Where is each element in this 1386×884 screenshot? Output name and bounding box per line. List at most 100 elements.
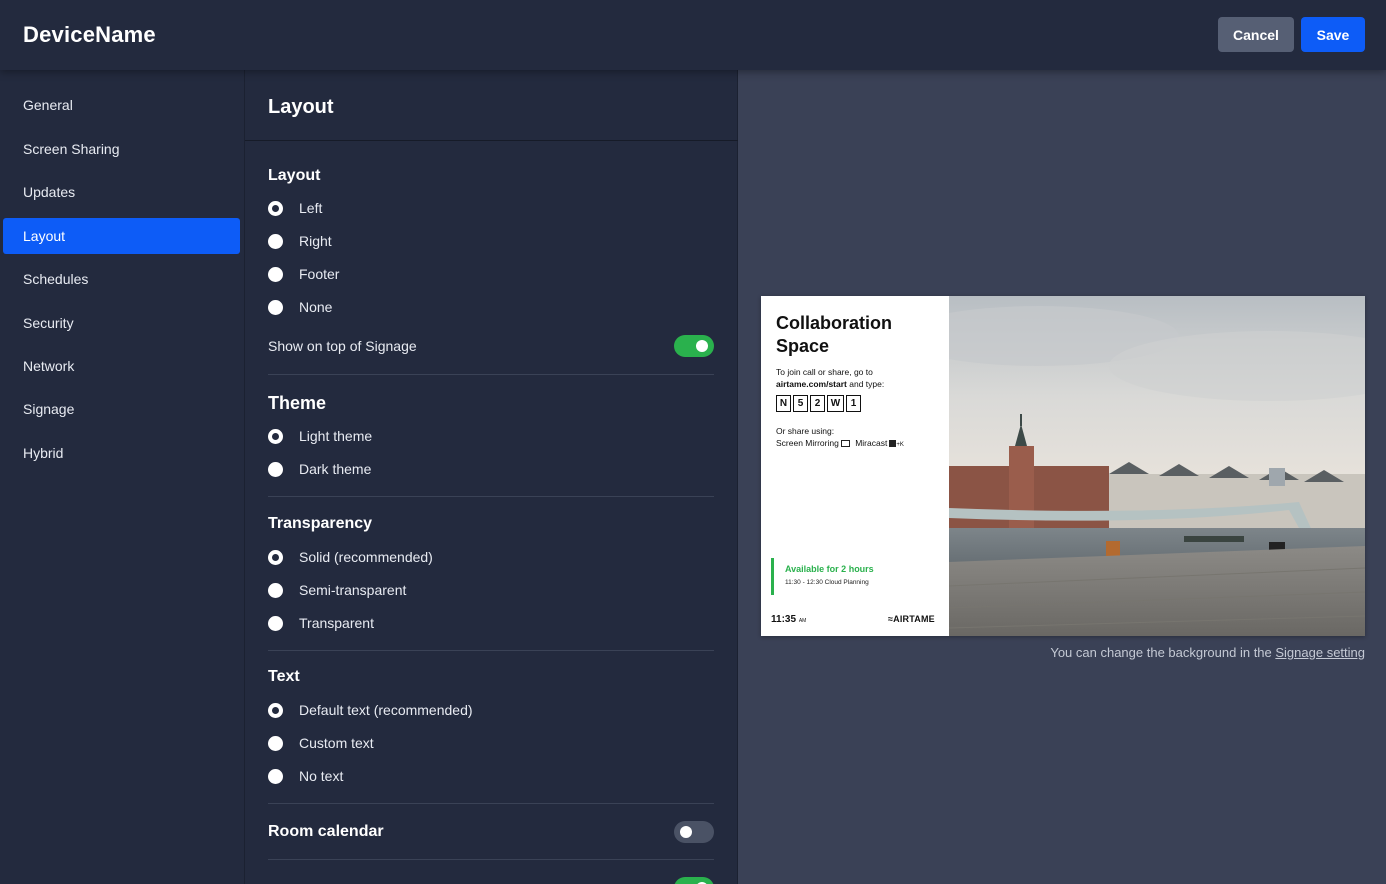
show-on-top-row: Show on top of Signage [268,335,714,359]
cancel-button[interactable]: Cancel [1218,17,1294,52]
layout-option-left[interactable]: Left [268,198,322,218]
top-bar: DeviceName Cancel Save [0,0,1386,70]
code-char: 5 [793,395,808,412]
theme-option-dark[interactable]: Dark theme [268,459,371,479]
layout-section-title: Layout [268,167,321,184]
radio-label: Custom text [299,735,374,751]
radio-label: Left [299,200,323,216]
settings-panel: Layout Layout Left Right Footer None Sho… [244,70,739,884]
show-on-top-label: Show on top of Signage [268,338,417,354]
sidebar: General Screen Sharing Updates Layout Sc… [0,70,244,884]
text-section-title: Text [268,668,300,685]
sidebar-item-updates[interactable]: Updates [3,174,240,210]
layout-option-right[interactable]: Right [268,231,332,251]
radio-checked-icon[interactable] [268,702,283,718]
room-calendar-toggle[interactable] [674,821,714,843]
screen-mirroring-icon [840,440,850,448]
signage-preview: Collaboration Space To join call or shar… [761,296,1365,636]
divider [268,859,714,860]
preview-info-panel: Collaboration Space To join call or shar… [761,296,949,636]
radio-checked-icon[interactable] [268,200,283,216]
preview-join-text: To join call or share, go to airtame.com… [776,366,946,390]
radio-label: Solid (recommended) [299,549,433,565]
radio-label: Right [299,233,332,249]
preview-background-image [949,296,1365,636]
radio-icon[interactable] [268,299,283,315]
signage-setting-link[interactable]: Signage setting [1275,645,1365,660]
radio-checked-icon[interactable] [268,549,283,565]
radio-label: Transparent [299,615,374,631]
preview-join-line: To join call or share, go to [776,367,873,377]
transparency-section-title: Transparency [268,515,373,532]
radio-label: Footer [299,266,340,282]
clock-time: 11:35 [771,614,797,625]
room-calendar-label: Room calendar [268,823,384,840]
radio-label: No text [299,768,344,784]
layout-option-footer[interactable]: Footer [268,264,339,284]
divider [268,374,714,375]
transparency-option-solid[interactable]: Solid (recommended) [268,547,433,567]
toggle-knob [680,826,692,838]
radio-icon[interactable] [268,768,283,784]
theme-option-light[interactable]: Light theme [268,426,372,446]
page-title: Layout [268,96,334,118]
divider [268,803,714,804]
sidebar-item-signage[interactable]: Signage [3,391,240,427]
layout-option-none[interactable]: None [268,297,332,317]
preview-share-methods: Or share using: Screen Mirroring Miracas… [776,425,946,451]
radio-label: Semi-transparent [299,582,407,598]
miracast-shortcut: +K [896,442,904,448]
preview-join-suffix: and type: [846,379,885,389]
panel-header: Layout [245,70,739,141]
sidebar-item-security[interactable]: Security [3,305,240,341]
radio-icon[interactable] [268,582,283,598]
divider [268,496,714,497]
code-char: 1 [846,395,861,412]
airtame-logo: ≈AIRTAME [888,614,935,624]
radio-icon[interactable] [268,461,283,477]
availability-title: Available for 2 hours [785,564,874,574]
transparency-option-semi[interactable]: Semi-transparent [268,580,406,600]
save-button[interactable]: Save [1301,17,1365,52]
code-char: 2 [810,395,825,412]
radio-label: None [299,299,333,315]
radio-icon[interactable] [268,233,283,249]
next-setting-row [268,877,714,884]
sidebar-item-screen-sharing[interactable]: Screen Sharing [3,131,240,167]
screen-mirroring-label: Screen Mirroring [776,438,839,448]
text-option-custom[interactable]: Custom text [268,733,374,753]
transparency-option-transparent[interactable]: Transparent [268,613,374,633]
preview-note-text: You can change the background in the [1050,645,1276,660]
app-title: DeviceName [23,22,156,47]
preview-title: Collaboration Space [776,313,892,356]
toggle-knob [696,340,708,352]
availability-detail: 11:30 - 12:30 Cloud Planning [785,579,869,586]
room-calendar-row: Room calendar [268,821,714,845]
code-char: W [827,395,844,412]
radio-label: Dark theme [299,461,372,477]
preview-area: Collaboration Space To join call or shar… [738,70,1386,884]
radio-checked-icon[interactable] [268,428,283,444]
text-option-none[interactable]: No text [268,766,343,786]
next-setting-toggle[interactable] [674,877,714,884]
preview-share-label: Or share using: [776,426,835,436]
sidebar-item-network[interactable]: Network [3,348,240,384]
show-on-top-toggle[interactable] [674,335,714,357]
preview-note: You can change the background in the Sig… [1050,645,1365,660]
radio-icon[interactable] [268,735,283,751]
theme-section-title: Theme [268,393,327,413]
miracast-label: Miracast [855,438,888,448]
sidebar-item-general[interactable]: General [3,87,240,123]
preview-clock: 11:35 AM [771,614,806,625]
text-option-default[interactable]: Default text (recommended) [268,700,473,720]
preview-availability: Available for 2 hours 11:30 - 12:30 Clou… [771,558,941,595]
preview-share-code: N 5 2 W 1 [776,395,863,412]
radio-icon[interactable] [268,615,283,631]
sidebar-item-schedules[interactable]: Schedules [3,261,240,297]
radio-label: Default text (recommended) [299,702,473,718]
radio-icon[interactable] [268,266,283,282]
sidebar-item-hybrid[interactable]: Hybrid [3,435,240,471]
divider [268,650,714,651]
sidebar-item-layout[interactable]: Layout [3,218,240,254]
clock-ampm: AM [798,618,807,624]
